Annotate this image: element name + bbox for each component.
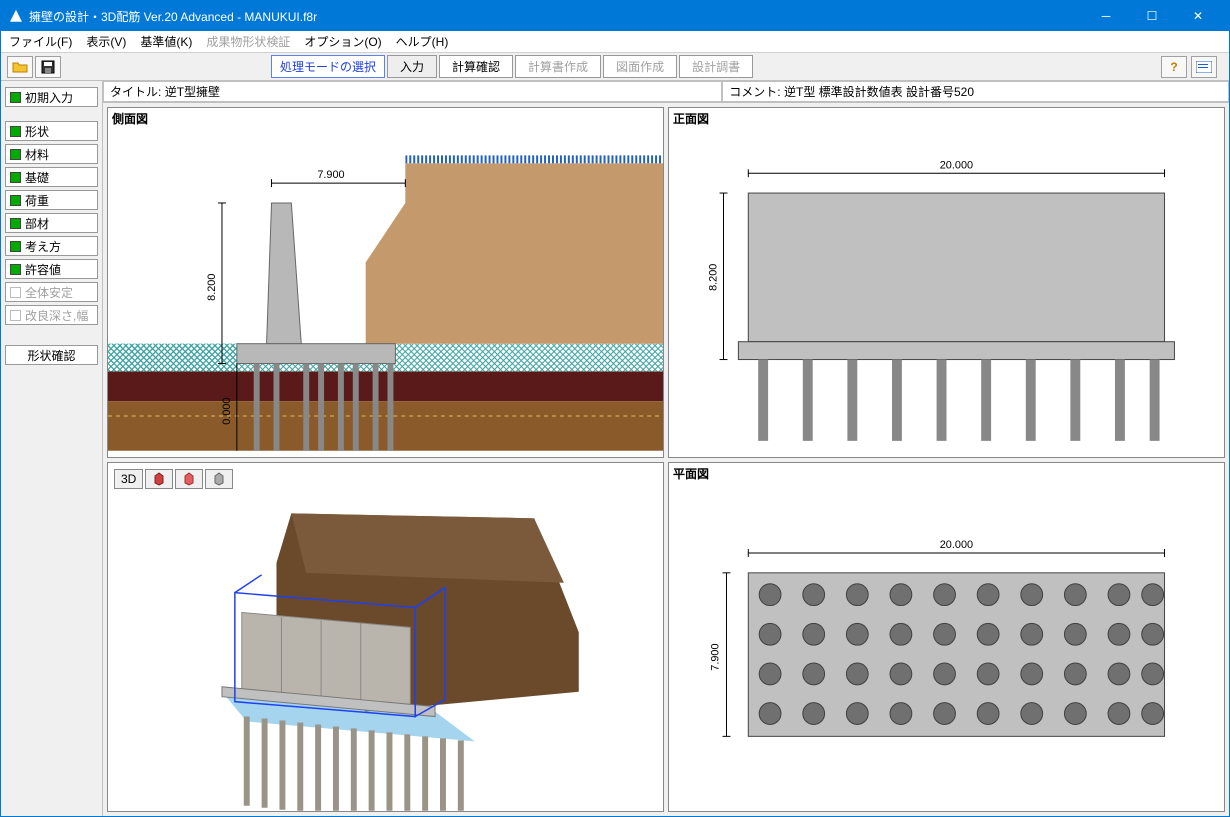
floppy-icon bbox=[41, 60, 55, 74]
title-label: タイトル: bbox=[110, 83, 161, 100]
cube-red-icon bbox=[152, 472, 166, 486]
titlebar: 擁壁の設計・3D配筋 Ver.20 Advanced - MANUKUI.f8r… bbox=[1, 1, 1229, 31]
mode-input[interactable]: 入力 bbox=[387, 55, 437, 78]
menubar: ファイル(F) 表示(V) 基準値(K) 成果物形状検証 オプション(O) ヘル… bbox=[1, 31, 1229, 53]
menu-view[interactable]: 表示(V) bbox=[86, 33, 126, 50]
cube-red2-icon bbox=[182, 472, 196, 486]
mode-calc-check[interactable]: 計算確認 bbox=[439, 55, 513, 78]
window-title: 擁壁の設計・3D配筋 Ver.20 Advanced - MANUKUI.f8r bbox=[29, 8, 1083, 25]
sidebar-method[interactable]: 考え方 bbox=[5, 236, 98, 256]
mode-drawing: 図面作成 bbox=[603, 55, 677, 78]
dim-front-width: 20.000 bbox=[940, 159, 973, 171]
close-button[interactable]: ✕ bbox=[1175, 1, 1221, 31]
comment-label: コメント: bbox=[729, 83, 780, 100]
minimize-button[interactable]: ─ bbox=[1083, 1, 1129, 31]
help-button[interactable]: ? bbox=[1161, 56, 1187, 78]
sidebar-confirm[interactable]: 形状確認 bbox=[5, 345, 98, 365]
help-icon: ? bbox=[1170, 60, 1177, 74]
dim-plan-width: 20.000 bbox=[940, 539, 973, 551]
mode-label: 処理モードの選択 bbox=[271, 55, 385, 78]
sidebar-initial[interactable]: 初期入力 bbox=[5, 87, 98, 107]
dim-plan-height: 7.900 bbox=[710, 643, 722, 670]
sidebar-improve: 改良深さ,幅 bbox=[5, 305, 98, 325]
mode-design-report: 設計調書 bbox=[679, 55, 753, 78]
folder-open-icon bbox=[12, 60, 28, 74]
sidebar: 初期入力 形状 材料 基礎 荷重 部材 考え方 許容値 全体安定 改良深さ,幅 … bbox=[1, 81, 103, 816]
3d-view2-button[interactable] bbox=[175, 469, 203, 489]
3d-view3-button[interactable] bbox=[205, 469, 233, 489]
card-icon bbox=[1196, 61, 1212, 73]
save-button[interactable] bbox=[35, 56, 61, 78]
view-front[interactable]: 正面図 20.000 8.200 bbox=[668, 107, 1225, 458]
toolbar: 処理モードの選択 入力 計算確認 計算書作成 図面作成 設計調書 ? bbox=[1, 53, 1229, 81]
menu-option[interactable]: オプション(O) bbox=[304, 33, 381, 50]
app-icon bbox=[9, 9, 23, 23]
sidebar-load[interactable]: 荷重 bbox=[5, 190, 98, 210]
view-plan-label: 平面図 bbox=[673, 465, 709, 482]
sidebar-member[interactable]: 部材 bbox=[5, 213, 98, 233]
dim-side-depth: 0.000 bbox=[221, 397, 233, 424]
comment-value: 逆T型 標準設計数値表 設計番号520 bbox=[784, 83, 974, 100]
mode-calc-report: 計算書作成 bbox=[515, 55, 601, 78]
canvas-area: タイトル: 逆T型擁壁 コメント: 逆T型 標準設計数値表 設計番号520 側面… bbox=[103, 81, 1229, 816]
3d-label-button[interactable]: 3D bbox=[114, 469, 143, 489]
menu-criteria[interactable]: 基準値(K) bbox=[140, 33, 192, 50]
3d-view1-button[interactable] bbox=[145, 469, 173, 489]
sidebar-material[interactable]: 材料 bbox=[5, 144, 98, 164]
info-button[interactable] bbox=[1191, 56, 1217, 78]
dim-side-height: 8.200 bbox=[206, 274, 218, 301]
maximize-button[interactable]: ☐ bbox=[1129, 1, 1175, 31]
cube-gray-icon bbox=[212, 472, 226, 486]
sidebar-allowable[interactable]: 許容値 bbox=[5, 259, 98, 279]
dim-side-width: 7.900 bbox=[317, 169, 344, 181]
view-plan[interactable]: 平面図 20.000 7.900 bbox=[668, 462, 1225, 813]
view-side[interactable]: 側面図 bbox=[107, 107, 664, 458]
title-value: 逆T型擁壁 bbox=[165, 83, 220, 100]
menu-help[interactable]: ヘルプ(H) bbox=[396, 33, 449, 50]
menu-verify: 成果物形状検証 bbox=[206, 33, 290, 50]
open-button[interactable] bbox=[7, 56, 33, 78]
view-3d[interactable]: 3D bbox=[107, 462, 664, 813]
view-side-label: 側面図 bbox=[112, 110, 148, 127]
info-row: タイトル: 逆T型擁壁 コメント: 逆T型 標準設計数値表 設計番号520 bbox=[103, 81, 1229, 103]
sidebar-foundation[interactable]: 基礎 bbox=[5, 167, 98, 187]
sidebar-shape[interactable]: 形状 bbox=[5, 121, 98, 141]
menu-file[interactable]: ファイル(F) bbox=[9, 33, 72, 50]
view-front-label: 正面図 bbox=[673, 110, 709, 127]
sidebar-global: 全体安定 bbox=[5, 282, 98, 302]
dim-front-height: 8.200 bbox=[708, 264, 720, 291]
